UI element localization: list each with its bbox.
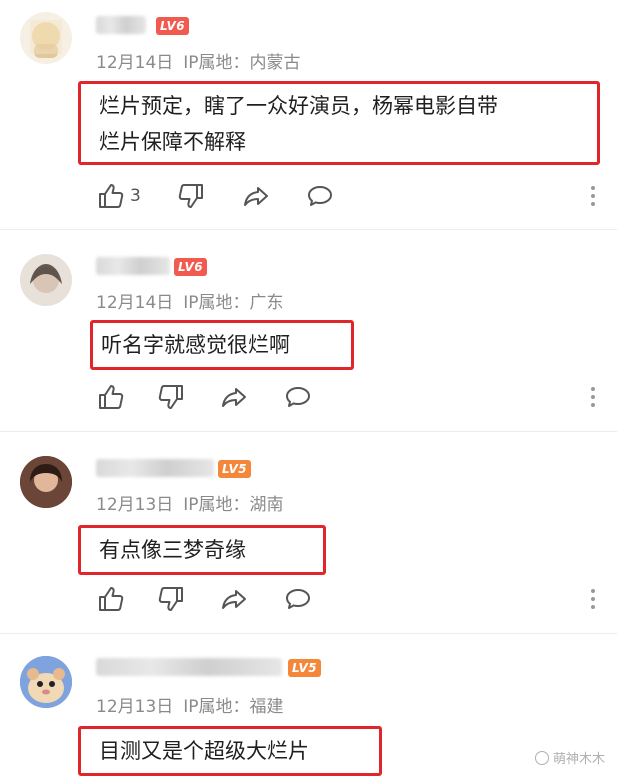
thumbs-up-icon — [99, 385, 124, 409]
thumbs-up-icon — [99, 587, 124, 611]
comment-actions — [96, 584, 596, 614]
comment-date: 12月14日 — [96, 293, 174, 313]
level-badge: LV6 — [174, 258, 208, 276]
level-badge: LV5 — [218, 460, 252, 478]
thumbs-down-icon — [158, 385, 183, 409]
comment-date: 12月14日 — [96, 53, 174, 73]
comment-item: LV5 12月13日 IP属地：湖南 有点像三梦奇缘 — [0, 432, 617, 632]
comment-meta: 12月14日 IP属地：广东 — [96, 288, 294, 313]
more-options-icon[interactable] — [590, 184, 596, 208]
comment-text-line: 烂片预定，瞎了一众好演员，杨幂电影自带 — [99, 94, 498, 118]
thumbs-up-icon — [99, 184, 124, 208]
ip-location: IP属地：内蒙古 — [183, 53, 301, 73]
share-button[interactable] — [220, 382, 248, 412]
username-blurred[interactable] — [96, 16, 146, 34]
share-icon — [222, 388, 246, 407]
ip-location: IP属地：福建 — [183, 697, 284, 717]
ip-location: IP属地：广东 — [183, 293, 284, 313]
like-count: 3 — [130, 186, 141, 206]
level-badge: LV5 — [288, 659, 322, 677]
dislike-button[interactable] — [158, 584, 186, 614]
watermark-logo-icon — [534, 750, 549, 765]
like-button[interactable]: 3 — [96, 181, 141, 211]
reply-button[interactable] — [284, 584, 312, 614]
comment-text-line: 烂片保障不解释 — [99, 130, 246, 154]
share-button[interactable] — [220, 584, 248, 614]
comment-bubble-icon — [286, 589, 310, 609]
comment-actions: 3 — [96, 181, 596, 211]
comment-bubble-icon — [286, 387, 310, 407]
comment-date: 12月13日 — [96, 495, 174, 515]
comment-item: LV6 12月14日 IP属地：内蒙古 烂片预定，瞎了一众好演员，杨幂电影自带 烂… — [0, 0, 617, 230]
dislike-button[interactable] — [158, 382, 186, 412]
username-blurred[interactable] — [96, 459, 214, 477]
more-options-icon[interactable] — [590, 587, 596, 611]
comment-text-line: 目测又是个超级大烂片 — [99, 739, 309, 763]
watermark-text: 萌神木木 — [552, 752, 605, 767]
like-button[interactable] — [96, 584, 124, 614]
comment-bubble-icon — [308, 186, 332, 206]
avatar[interactable] — [20, 12, 72, 64]
comment-text-line: 有点像三梦奇缘 — [99, 538, 246, 562]
username-blurred[interactable] — [96, 658, 282, 676]
comment-actions — [96, 382, 596, 412]
avatar[interactable] — [20, 656, 72, 708]
watermark: 萌神木木 — [534, 748, 605, 767]
comment-date: 12月13日 — [96, 697, 174, 717]
reply-button[interactable] — [306, 181, 334, 211]
comment-meta: 12月14日 IP属地：内蒙古 — [96, 48, 311, 73]
share-icon — [222, 590, 246, 609]
comment-text-highlighted: 烂片预定，瞎了一众好演员，杨幂电影自带 烂片保障不解释 — [78, 81, 600, 165]
comment-text-highlighted: 目测又是个超级大烂片 — [78, 726, 382, 776]
more-options-icon[interactable] — [590, 385, 596, 409]
thumbs-down-icon — [178, 184, 203, 208]
dislike-button[interactable] — [178, 181, 206, 211]
level-badge: LV6 — [156, 17, 190, 35]
ip-location: IP属地：湖南 — [183, 495, 284, 515]
reply-button[interactable] — [284, 382, 312, 412]
avatar[interactable] — [20, 254, 72, 306]
comment-text-highlighted: 听名字就感觉很烂啊 — [90, 320, 354, 370]
comment-meta: 12月13日 IP属地：湖南 — [96, 490, 294, 515]
comment-text-highlighted: 有点像三梦奇缘 — [78, 525, 326, 575]
share-icon — [244, 187, 268, 206]
thumbs-down-icon — [158, 587, 183, 611]
avatar[interactable] — [20, 456, 72, 508]
comment-meta: 12月13日 IP属地：福建 — [96, 692, 294, 717]
comment-text-line: 听名字就感觉很烂啊 — [101, 333, 290, 357]
comment-item: LV5 12月13日 IP属地：福建 目测又是个超级大烂片 — [0, 634, 617, 781]
share-button[interactable] — [242, 181, 270, 211]
like-button[interactable] — [96, 382, 124, 412]
username-blurred[interactable] — [96, 257, 170, 275]
comment-item: LV6 12月14日 IP属地：广东 听名字就感觉很烂啊 — [0, 230, 617, 430]
